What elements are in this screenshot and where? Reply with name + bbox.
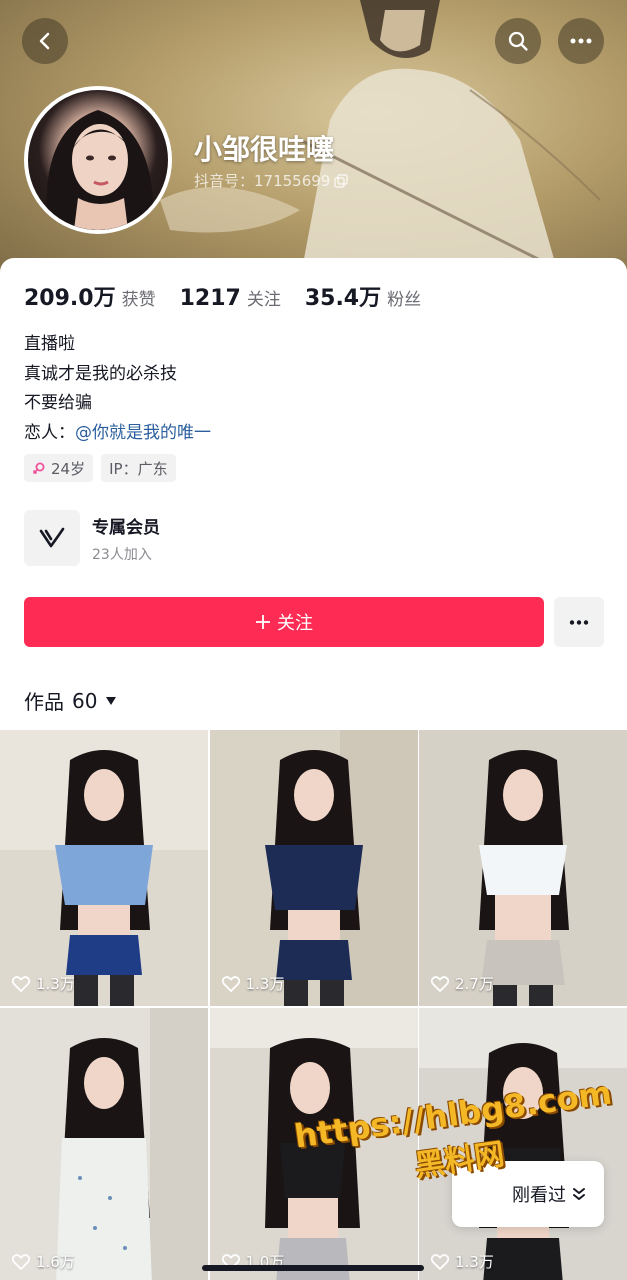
recently-watched-label: 刚看过 [512,1185,566,1206]
caret-down-icon [106,696,117,705]
home-indicator[interactable] [202,1265,424,1271]
follow-button[interactable]: 关注 [24,597,544,647]
search-button[interactable] [495,18,541,64]
stat-followers-label: 粉丝 [387,290,422,310]
more-actions-button[interactable] [554,597,604,647]
bio: 直播啦 真诚才是我的必杀技 不要给骗 恋人：@你就是我的唯一 [24,330,211,448]
thumbnail-image [0,730,208,1006]
stat-following-value: 1217 [179,286,241,311]
stats-row: 209.0万 获赞 1217 关注 35.4万 粉丝 [24,280,445,312]
v-logo-icon [39,527,65,548]
video-likes-count: 1.3万 [455,1253,494,1271]
membership-entry[interactable]: 专属会员 23人加入 [24,510,160,566]
more-options-button[interactable] [558,18,604,64]
membership-title: 专属会员 [92,517,160,538]
follow-button-label: 关注 [277,613,313,634]
ip-tag: IP：广东 [101,454,176,482]
thumbnail-image [209,730,418,1006]
video-thumbnail[interactable]: 2.7万 [419,730,627,1006]
profile-tags: 24岁 IP：广东 [24,454,176,482]
heart-icon [431,975,449,992]
video-likes-count: 1.3万 [245,975,285,993]
double-chevron-down-icon [573,1188,585,1200]
thumbnail-image [0,1008,208,1280]
video-thumbnail[interactable]: 1.3万 [0,730,208,1006]
video-likes-count: 1.3万 [36,975,75,993]
thumbnail-image [419,730,627,1006]
avatar[interactable] [24,86,172,234]
heart-icon [12,1253,30,1270]
search-icon [508,31,528,51]
video-likes: 1.3万 [431,1251,494,1272]
video-likes: 2.7万 [431,973,494,994]
works-count: 60 [72,688,98,713]
bio-line: 真诚才是我的必杀技 [24,363,177,384]
avatar-image [46,110,154,230]
bio-lover-line: 恋人：@你就是我的唯一 [24,419,211,449]
video-likes-count: 1.6万 [36,1253,75,1271]
bio-line: 直播啦 [24,334,75,354]
works-label: 作品 [24,690,64,714]
heart-icon [221,975,240,992]
bio-lover-prefix: 恋人： [24,422,75,443]
stat-likes-value: 209.0万 [24,286,116,311]
heart-icon [431,1253,449,1270]
more-dots-icon [569,619,589,625]
profile-nickname: 小邹很哇噻 [194,133,335,166]
more-dots-icon [570,38,592,44]
ip-text: IP：广东 [109,459,168,478]
membership-subtitle: 23人加入 [92,546,152,563]
stat-followers[interactable]: 35.4万 粉丝 [305,280,421,312]
membership-text: 专属会员 23人加入 [92,513,160,564]
stat-likes-label: 获赞 [121,290,156,310]
video-thumbnail[interactable]: 1.6万 [0,1008,208,1280]
bio-mention-link[interactable]: @你就是我的唯一 [75,423,211,443]
female-icon [32,462,45,475]
stat-followers-value: 35.4万 [304,286,382,311]
video-likes-count: 2.7万 [455,975,494,993]
plus-icon [256,615,270,629]
douyin-id-text: 抖音号：17155699 [194,172,331,190]
douyin-id[interactable]: 抖音号：17155699 [194,170,349,191]
video-likes: 1.3万 [12,973,75,994]
membership-logo [24,510,80,566]
stat-following-label: 关注 [246,290,281,310]
age-tag: 24岁 [24,454,94,482]
video-likes: 1.3万 [221,973,285,994]
copy-icon[interactable] [334,173,349,188]
stat-likes[interactable]: 209.0万 获赞 [24,280,156,312]
stat-following[interactable]: 1217 关注 [180,285,281,311]
age-text: 24岁 [51,459,86,478]
chevron-left-icon [39,32,50,50]
back-button[interactable] [22,18,68,64]
heart-icon [12,975,30,992]
video-likes: 1.6万 [12,1251,75,1272]
works-tab[interactable]: 作品 60 [24,686,117,715]
bio-line: 不要给骗 [24,393,92,413]
video-thumbnail[interactable]: 1.3万 [209,730,418,1006]
